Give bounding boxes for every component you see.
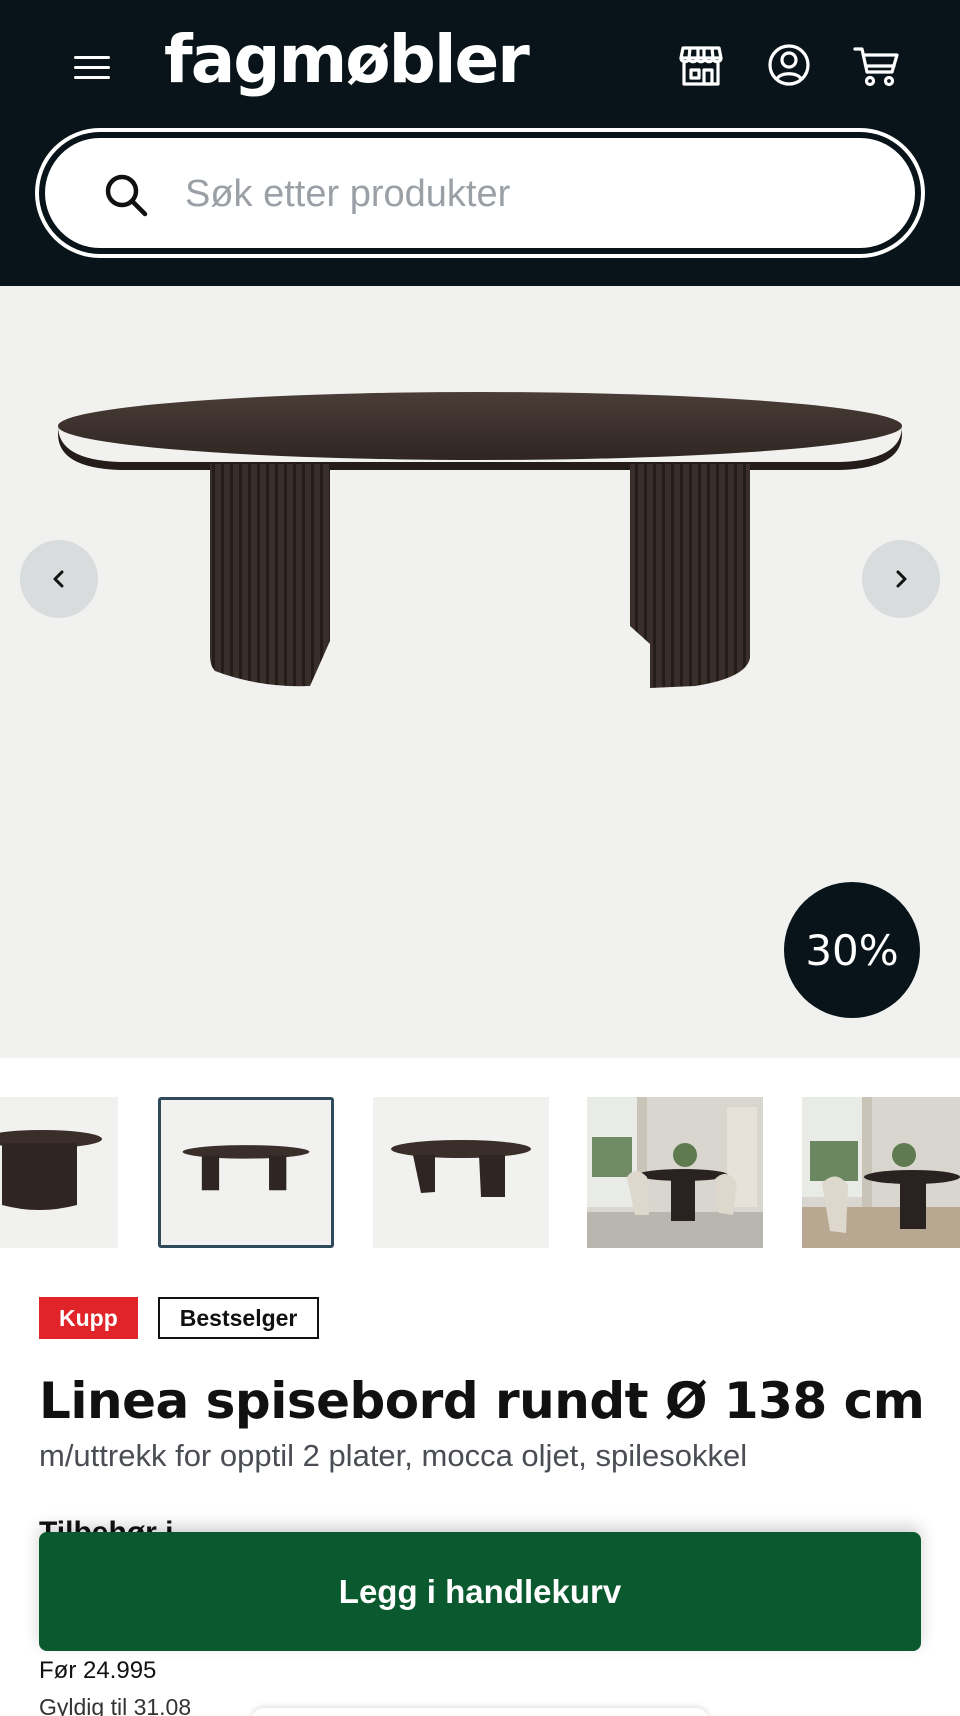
add-to-cart-button[interactable]: Legg i handlekurv [39, 1532, 921, 1651]
thumbnail-strip [0, 1097, 960, 1249]
product-title: Linea spisebord rundt Ø 138 cm [39, 1372, 925, 1430]
site-header: fagmøbler [0, 0, 960, 286]
hamburger-menu-icon[interactable] [72, 50, 112, 84]
valid-until: Gyldig til 31.08 [39, 1694, 192, 1716]
product-image-gallery: 30% [0, 286, 960, 1058]
search-bar [35, 128, 925, 258]
search-input[interactable] [185, 158, 865, 230]
kupp-badge: Kupp [39, 1297, 138, 1339]
bestseller-badge: Bestselger [157, 1297, 320, 1339]
bottom-pill [250, 1708, 710, 1716]
cart-icon[interactable] [852, 40, 902, 90]
prev-image-button[interactable] [20, 540, 98, 618]
main-product-image[interactable] [50, 386, 910, 716]
chevron-right-icon [896, 570, 907, 588]
account-icon[interactable] [764, 40, 814, 90]
search-box[interactable] [45, 138, 915, 248]
thumbnail-active[interactable] [158, 1097, 334, 1248]
search-icon[interactable] [103, 172, 149, 218]
store-icon[interactable] [676, 40, 726, 90]
product-badges: Kupp Bestselger [39, 1297, 320, 1339]
price-before: Før 24.995 [39, 1657, 157, 1684]
thumbnail[interactable] [373, 1097, 549, 1248]
site-logo[interactable]: fagmøbler [164, 20, 530, 100]
chevron-left-icon [53, 570, 64, 588]
thumbnail[interactable] [802, 1097, 960, 1248]
product-subtitle: m/uttrekk for opptil 2 plater, mocca olj… [39, 1438, 748, 1473]
thumbnail[interactable] [0, 1097, 118, 1248]
discount-badge: 30% [784, 882, 920, 1018]
thumbnail[interactable] [587, 1097, 763, 1248]
next-image-button[interactable] [862, 540, 940, 618]
